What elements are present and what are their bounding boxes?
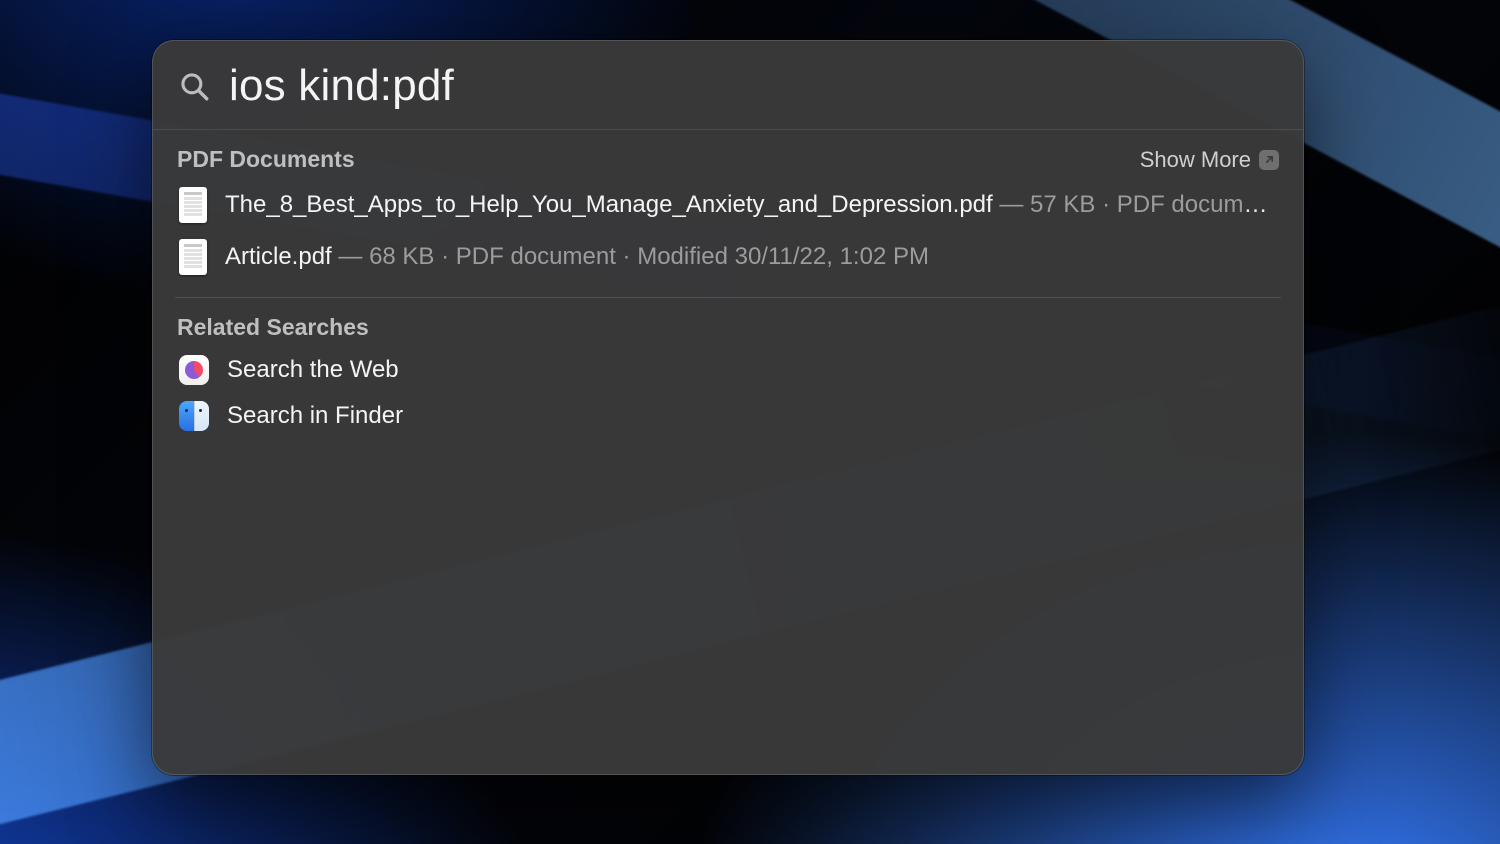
- section-title: PDF Documents: [177, 146, 355, 173]
- safari-icon: [179, 355, 209, 385]
- pdf-document-icon: [179, 239, 207, 275]
- search-row: [153, 41, 1303, 130]
- result-kind: PDF document: [456, 243, 616, 270]
- section-title: Related Searches: [177, 314, 369, 341]
- result-size: 68 KB: [369, 243, 434, 270]
- result-row[interactable]: Article.pdf — 68 KB · PDF document · Mod…: [175, 231, 1281, 283]
- show-more-button[interactable]: Show More: [1140, 147, 1279, 173]
- result-kind: PDF document: [1117, 191, 1277, 218]
- related-search-label: Search in Finder: [227, 402, 403, 430]
- result-text: Article.pdf — 68 KB · PDF document · Mod…: [225, 243, 1277, 271]
- section-header: PDF Documents Show More: [175, 144, 1281, 179]
- pdf-document-icon: [179, 187, 207, 223]
- open-externally-icon: [1259, 150, 1279, 170]
- result-modified: Modified 30/11/22, 1:02 PM: [637, 243, 929, 270]
- result-size: 57 KB: [1030, 191, 1095, 218]
- result-text: The_8_Best_Apps_to_Help_You_Manage_Anxie…: [225, 191, 1277, 219]
- spotlight-window: PDF Documents Show More The_8_Best_Apps_…: [152, 40, 1304, 775]
- related-searches-section: Related Searches Search the Web Search i…: [153, 298, 1303, 439]
- result-filename: Article.pdf: [225, 243, 332, 270]
- pdf-documents-section: PDF Documents Show More The_8_Best_Apps_…: [153, 130, 1303, 283]
- show-more-label: Show More: [1140, 147, 1251, 173]
- result-filename: The_8_Best_Apps_to_Help_You_Manage_Anxie…: [225, 191, 993, 218]
- related-search-web[interactable]: Search the Web: [175, 347, 1281, 393]
- result-row[interactable]: The_8_Best_Apps_to_Help_You_Manage_Anxie…: [175, 179, 1281, 231]
- related-search-finder[interactable]: Search in Finder: [175, 393, 1281, 439]
- related-search-label: Search the Web: [227, 356, 399, 384]
- search-input[interactable]: [229, 61, 1279, 111]
- finder-icon: [179, 401, 209, 431]
- section-header: Related Searches: [175, 312, 1281, 347]
- search-icon: [177, 69, 211, 103]
